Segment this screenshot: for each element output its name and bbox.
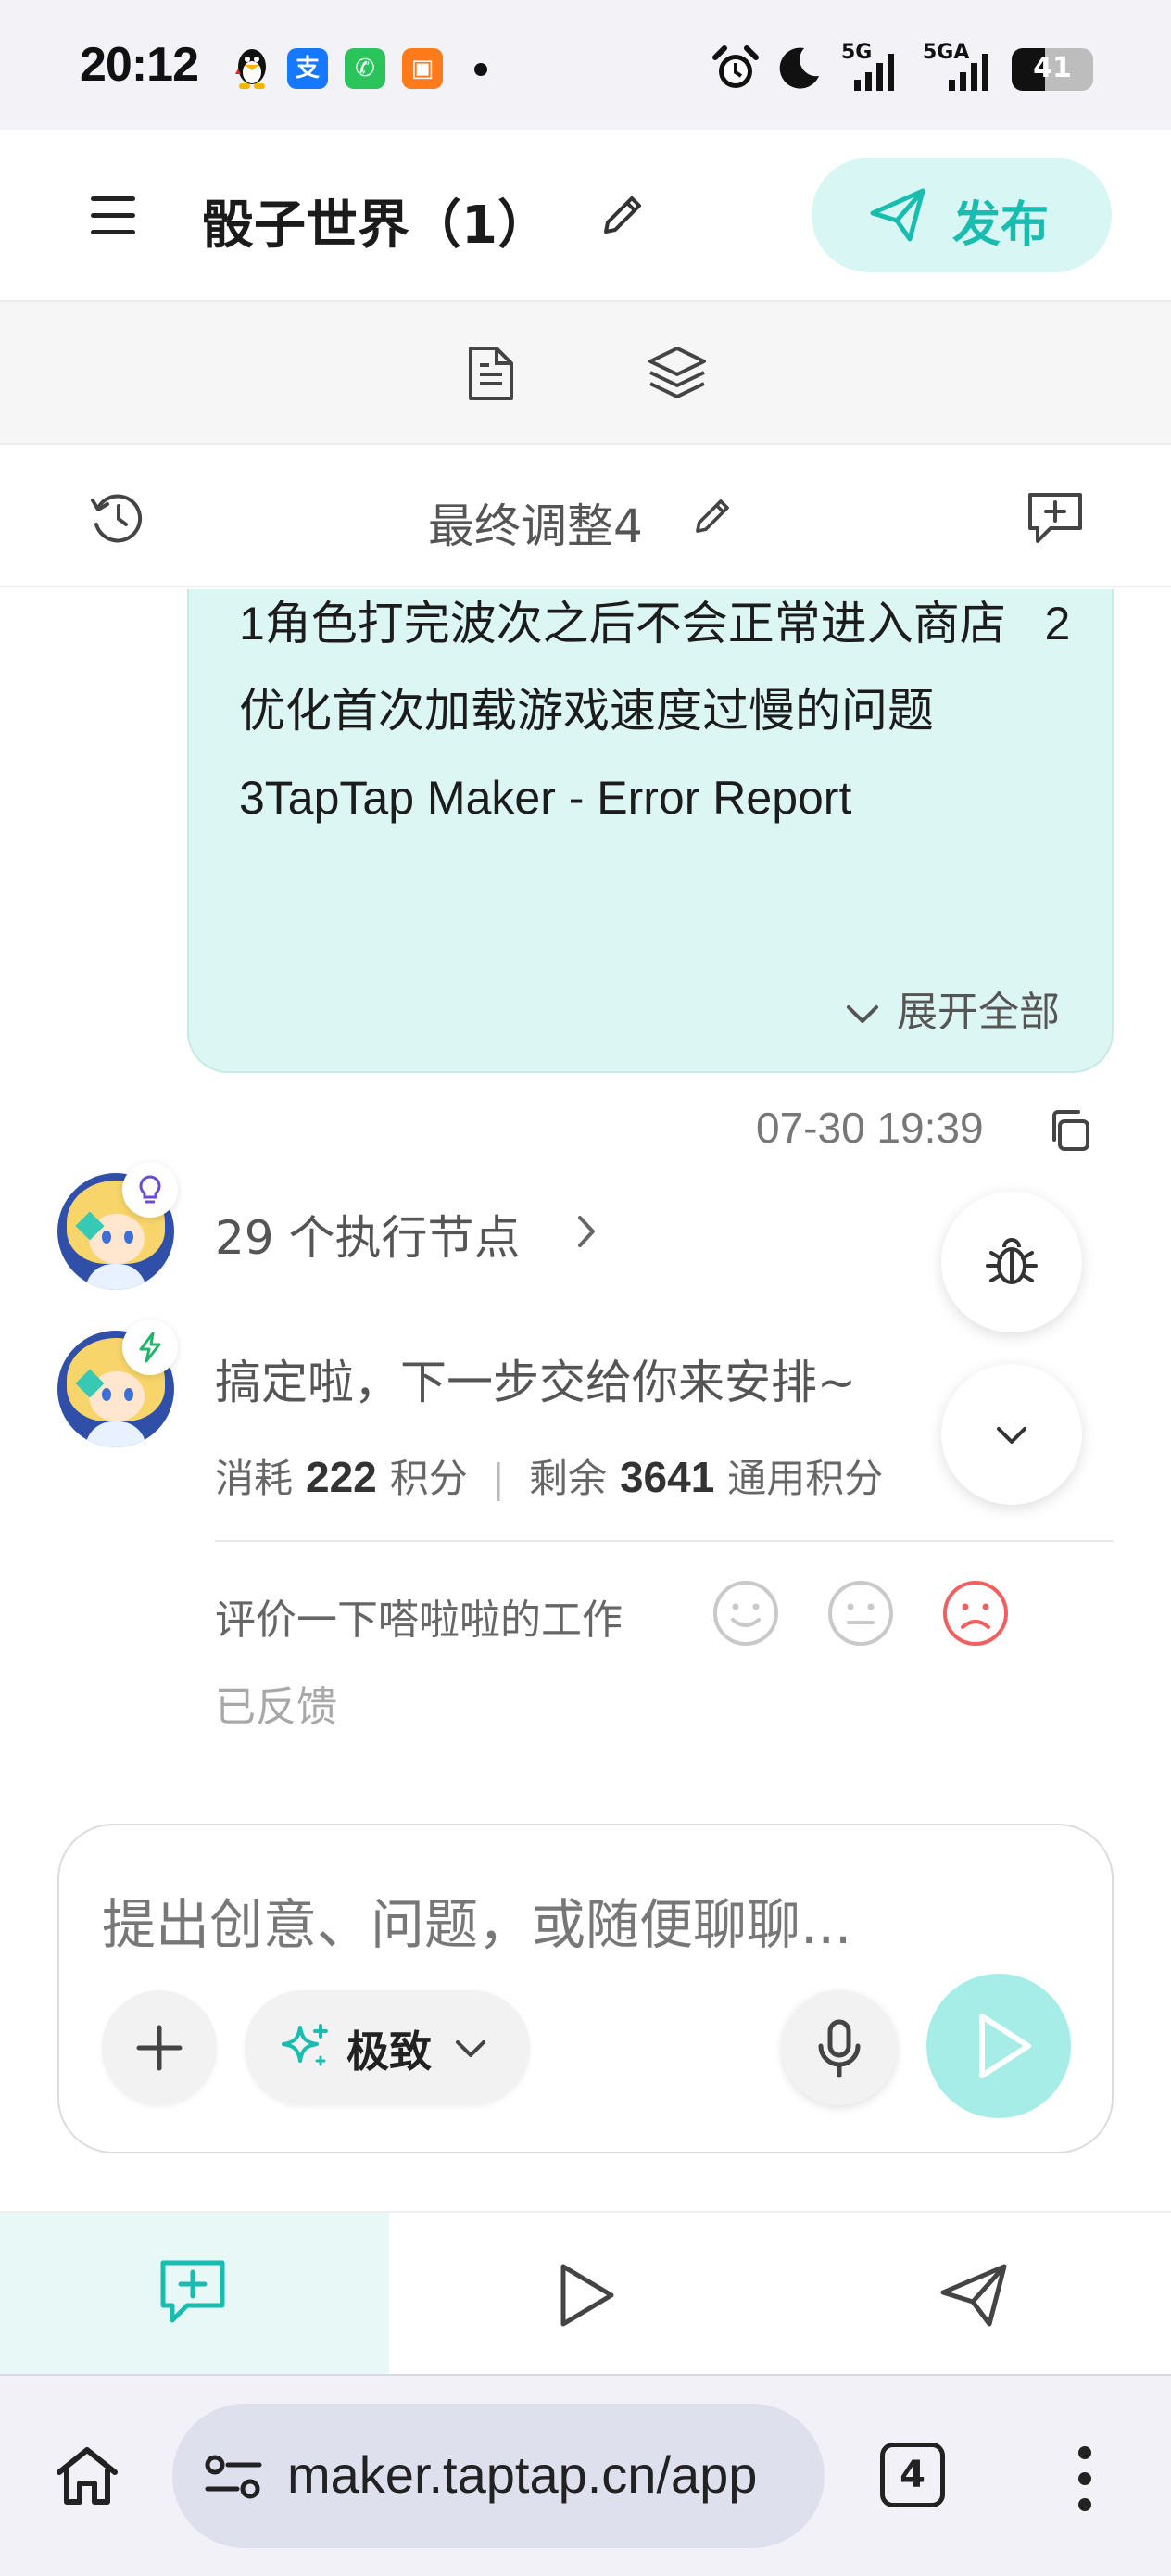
- send-plane-icon: [940, 2264, 1007, 2327]
- chevron-down-icon: [456, 2040, 485, 2057]
- expand-all-button[interactable]: 展开全部: [845, 979, 1060, 1038]
- view-toolbar: [0, 302, 1171, 445]
- publish-label: 发布: [952, 197, 1050, 253]
- alarm-icon: [711, 44, 760, 96]
- lightbulb-icon: [139, 1175, 161, 1204]
- tab-preview[interactable]: [554, 2261, 619, 2333]
- moon-icon: [776, 44, 823, 95]
- project-title: 骰子世界（1）: [202, 196, 549, 256]
- add-comment-icon[interactable]: [1025, 487, 1086, 550]
- gift-app-icon: ▣: [402, 48, 443, 89]
- qq-penguin-icon: [233, 46, 271, 91]
- lightbulb-badge: [122, 1162, 178, 1218]
- layers-icon[interactable]: [647, 345, 708, 406]
- microphone-icon: [818, 2019, 861, 2078]
- notification-dot: [474, 63, 487, 76]
- message-timestamp: 07-30 19:39: [756, 1104, 984, 1152]
- feedback-status: 已反馈: [215, 1684, 337, 1731]
- publish-button[interactable]: 发布: [812, 158, 1112, 272]
- remaining-unit: 通用积分: [727, 1456, 884, 1501]
- user-message-text: 1角色打完波次之后不会正常进入商店 2优化首次加载游戏速度过慢的问题 3TapT…: [239, 598, 1071, 824]
- remaining-value: 3641: [619, 1453, 715, 1501]
- menu-icon[interactable]: [91, 196, 139, 235]
- play-icon: [560, 2264, 614, 2327]
- lightning-badge: [122, 1320, 178, 1375]
- tab-chat[interactable]: [154, 2255, 232, 2333]
- site-settings-icon[interactable]: [204, 2452, 263, 2504]
- battery-level: 41: [1033, 52, 1072, 84]
- phone-app-icon: ✆: [345, 48, 385, 89]
- mode-label: 极致: [346, 2027, 432, 2077]
- address-bar[interactable]: maker.taptap.cn/app: [172, 2404, 825, 2548]
- chevron-right-icon[interactable]: [574, 1214, 600, 1253]
- signal-icon-2: [945, 48, 995, 96]
- credits-summary: 消耗 222 积分 | 剩余 3641 通用积分: [215, 1447, 883, 1504]
- lightning-icon: [139, 1332, 161, 1363]
- chevron-down-icon: [847, 1005, 878, 1023]
- sparkle-icon: [282, 2024, 328, 2066]
- rating-sad-icon[interactable]: [941, 1579, 1010, 1651]
- more-menu-icon[interactable]: [1078, 2446, 1091, 2511]
- mode-selector[interactable]: 极致: [245, 1990, 530, 2105]
- divider: [215, 1540, 1114, 1542]
- version-label[interactable]: 最终调整4: [428, 489, 643, 556]
- edit-version-pencil-icon[interactable]: [689, 493, 736, 543]
- cost-value: 222: [306, 1453, 377, 1501]
- chat-plus-icon: [160, 2260, 225, 2323]
- add-attachment-button[interactable]: [102, 1990, 217, 2105]
- play-send-icon: [979, 2014, 1031, 2078]
- history-icon[interactable]: [87, 489, 146, 550]
- rating-prompt: 评价一下嗒啦啦的工作: [215, 1597, 623, 1644]
- cost-unit: 积分: [389, 1456, 468, 1501]
- status-time: 20:12: [80, 38, 199, 92]
- chevron-down-icon: [997, 1427, 1026, 1444]
- cost-separator: |: [491, 1456, 505, 1501]
- expand-all-label: 展开全部: [897, 989, 1060, 1036]
- battery-indicator: 41: [1012, 48, 1093, 91]
- plus-icon: [136, 2025, 183, 2071]
- home-icon[interactable]: [54, 2443, 120, 2513]
- copy-icon[interactable]: [1047, 1108, 1091, 1156]
- remaining-prefix: 剩余: [528, 1456, 607, 1501]
- rating-neutral-icon[interactable]: [826, 1579, 895, 1651]
- tab-switcher-button[interactable]: 4: [880, 2443, 945, 2507]
- signal-icon: [850, 48, 900, 96]
- url-text: maker.taptap.cn/app: [287, 2445, 758, 2504]
- send-button[interactable]: [926, 1974, 1071, 2118]
- document-icon[interactable]: [465, 345, 517, 406]
- scroll-down-button[interactable]: [941, 1364, 1082, 1505]
- send-plane-icon: [870, 188, 925, 242]
- chat-input[interactable]: 提出创意、问题，或随便聊聊...: [102, 1881, 851, 1959]
- tab-publish[interactable]: [939, 2261, 1010, 2331]
- voice-input-button[interactable]: [782, 1990, 897, 2105]
- bug-icon: [986, 1238, 1038, 1284]
- cost-prefix: 消耗: [215, 1456, 294, 1501]
- assistant-done-message: 搞定啦，下一步交给你来安排~: [215, 1356, 856, 1409]
- debug-button[interactable]: [941, 1192, 1082, 1332]
- rating-happy-icon[interactable]: [711, 1579, 780, 1651]
- alipay-icon: 支: [287, 48, 328, 89]
- execution-nodes-link[interactable]: 29 个执行节点: [215, 1201, 521, 1268]
- user-message-bubble: 1角色打完波次之后不会正常进入商店 2优化首次加载游戏速度过慢的问题 3TapT…: [187, 589, 1114, 1073]
- edit-title-pencil-icon[interactable]: [597, 189, 648, 241]
